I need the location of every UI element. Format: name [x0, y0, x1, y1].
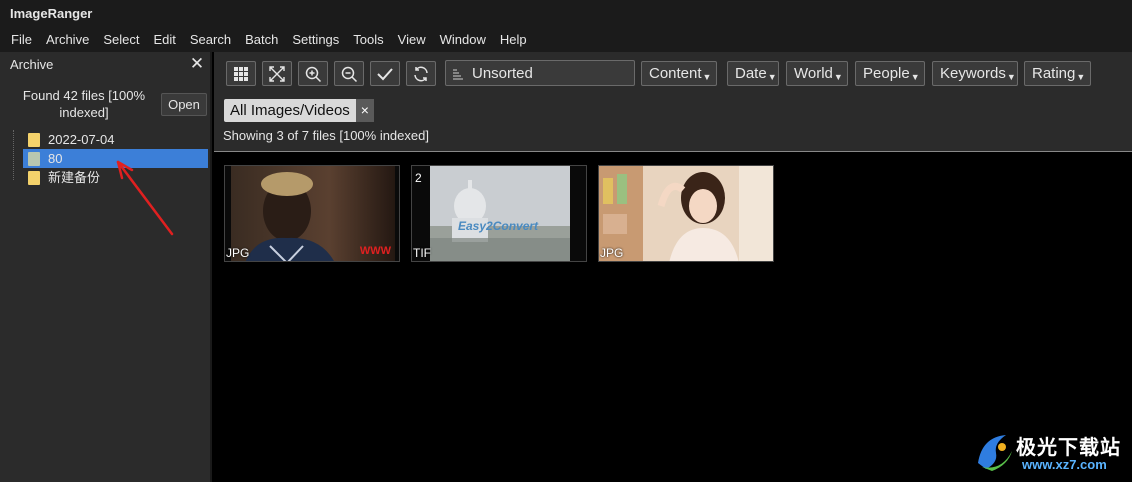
- sort-label: Unsorted: [472, 65, 533, 82]
- folder-icon: [28, 152, 40, 166]
- caret-down-icon: ▼: [702, 72, 712, 82]
- menu-window[interactable]: Window: [433, 28, 493, 52]
- menu-search[interactable]: Search: [183, 28, 238, 52]
- close-icon[interactable]: ✕: [188, 54, 206, 74]
- menu-settings[interactable]: Settings: [285, 28, 346, 52]
- menu-bar: File Archive Select Edit Search Batch Se…: [0, 28, 1132, 52]
- format-label: TIF: [413, 246, 431, 260]
- zoom-out-button[interactable]: [334, 61, 364, 86]
- caret-down-icon: ▼: [767, 72, 777, 82]
- refresh-icon: [414, 66, 428, 81]
- thumbnail-watermark: WWW: [359, 245, 391, 257]
- date-filter-button[interactable]: Date▼: [727, 61, 779, 86]
- keywords-filter-button[interactable]: Keywords▼: [932, 61, 1018, 86]
- sort-dropdown[interactable]: Unsorted: [445, 60, 635, 86]
- stack-count: 2: [415, 171, 422, 185]
- filter-label: People: [863, 65, 910, 82]
- menu-edit[interactable]: Edit: [146, 28, 182, 52]
- thumbnail-item[interactable]: Easy2Convert 2 TIF: [411, 165, 587, 262]
- main-area: Unsorted Content▼ Date▼ World▼ People▼ K…: [214, 52, 1132, 482]
- filter-label: Keywords: [940, 65, 1006, 82]
- folder-tree: 2022-07-04 80 新建备份: [10, 130, 208, 187]
- caret-down-icon: ▼: [1076, 72, 1086, 82]
- zoom-out-icon: [341, 66, 358, 82]
- tree-item-backup[interactable]: 新建备份: [10, 168, 208, 187]
- menu-view[interactable]: View: [391, 28, 433, 52]
- menu-select[interactable]: Select: [96, 28, 146, 52]
- menu-batch[interactable]: Batch: [238, 28, 285, 52]
- caret-down-icon: ▼: [833, 72, 843, 82]
- showing-count-text: Showing 3 of 7 files [100% indexed]: [223, 128, 429, 143]
- refresh-button[interactable]: [406, 61, 436, 86]
- panel-title: Archive: [10, 57, 54, 72]
- zoom-in-icon: [305, 66, 322, 82]
- zoom-in-button[interactable]: [298, 61, 328, 86]
- expand-icon: [269, 65, 285, 82]
- tree-item-2022-07-04[interactable]: 2022-07-04: [10, 130, 208, 149]
- check-button[interactable]: [370, 61, 400, 86]
- caret-down-icon: ▼: [1006, 72, 1016, 82]
- people-filter-button[interactable]: People▼: [855, 61, 925, 86]
- found-files-text: Found 42 files [100% indexed]: [22, 88, 146, 120]
- logo-swirl-icon: [978, 435, 1012, 471]
- toolbar: Unsorted Content▼ Date▼ World▼ People▼ K…: [214, 52, 1132, 92]
- panel-header: Archive ✕: [0, 52, 210, 76]
- tree-item-label: 2022-07-04: [48, 132, 115, 147]
- fit-button[interactable]: [262, 61, 292, 86]
- app-title: ImageRanger: [10, 6, 93, 21]
- open-button[interactable]: Open: [161, 93, 207, 116]
- thumbnail-item[interactable]: JPG: [598, 165, 774, 262]
- menu-archive[interactable]: Archive: [39, 28, 96, 52]
- menu-tools[interactable]: Tools: [346, 28, 390, 52]
- title-bar: ImageRanger: [0, 0, 1132, 28]
- thumbnail-watermark: Easy2Convert: [458, 219, 539, 233]
- grid-view-button[interactable]: [226, 61, 256, 86]
- thumbnail-item[interactable]: WWW JPG: [224, 165, 400, 262]
- filter-tag-chip[interactable]: All Images/Videos ×: [224, 99, 374, 122]
- folder-icon: [28, 171, 40, 185]
- archive-panel: Archive ✕ Found 42 files [100% indexed] …: [0, 52, 212, 482]
- folder-icon: [28, 133, 40, 147]
- thumbnail-image: [430, 166, 570, 261]
- grid-icon: [234, 66, 248, 81]
- logo-url: www.xz7.com: [1022, 457, 1107, 472]
- tree-item-label: 新建备份: [48, 170, 101, 185]
- checkmark-icon: [377, 67, 393, 80]
- tree-item-label: 80: [48, 151, 63, 166]
- tag-label: All Images/Videos: [230, 102, 350, 119]
- world-filter-button[interactable]: World▼: [786, 61, 848, 86]
- content-filter-button[interactable]: Content▼: [641, 61, 717, 86]
- remove-tag-icon[interactable]: ×: [355, 99, 374, 122]
- menu-help[interactable]: Help: [493, 28, 534, 52]
- filter-label: World: [794, 65, 833, 82]
- format-label: JPG: [226, 246, 250, 260]
- sort-icon: [453, 69, 463, 80]
- tree-item-80[interactable]: 80: [23, 149, 208, 168]
- filter-label: Date: [735, 65, 767, 82]
- menu-file[interactable]: File: [4, 28, 39, 52]
- filter-label: Rating: [1032, 65, 1076, 82]
- rating-filter-button[interactable]: Rating▼: [1024, 61, 1091, 86]
- logo-text: 极光下载站: [1016, 437, 1121, 459]
- site-logo: 极光下载站 www.xz7.com: [972, 427, 1128, 479]
- caret-down-icon: ▼: [910, 72, 920, 82]
- filter-label: Content: [649, 65, 702, 82]
- thumbnail-image: [599, 166, 773, 261]
- format-label: JPG: [600, 246, 624, 260]
